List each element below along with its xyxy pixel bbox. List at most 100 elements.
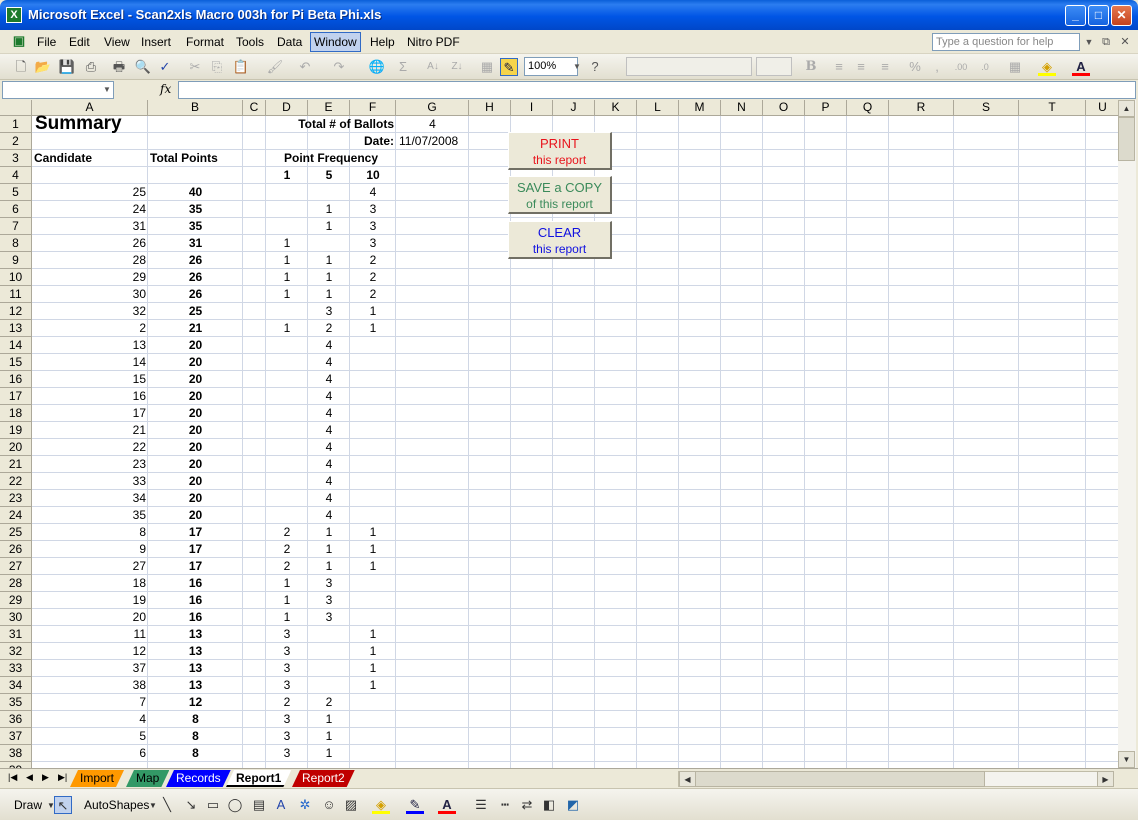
first-sheet-icon[interactable]: |◀ [8, 772, 17, 783]
clipart-icon[interactable]: ☺ [320, 796, 338, 814]
hscroll-thumb[interactable] [695, 771, 985, 787]
maximize-button[interactable]: □ [1088, 5, 1109, 26]
comma-style-icon[interactable]: , [928, 58, 946, 76]
column-header-T[interactable]: T [1019, 100, 1086, 116]
menu-format[interactable]: Format [183, 34, 227, 50]
oval-icon[interactable]: ◯ [226, 796, 244, 814]
row-header-4[interactable]: 4 [0, 167, 32, 184]
decrease-decimal-icon[interactable]: .0 [976, 58, 994, 76]
row-header-27[interactable]: 27 [0, 558, 32, 575]
new-icon[interactable]: 🗋 [12, 58, 30, 76]
row-header-25[interactable]: 25 [0, 524, 32, 541]
row-header-30[interactable]: 30 [0, 609, 32, 626]
dash-style-icon[interactable]: ┅ [496, 796, 514, 814]
row-header-17[interactable]: 17 [0, 388, 32, 405]
permission-icon[interactable]: ⎙ [82, 58, 100, 76]
menu-help[interactable]: Help [367, 34, 398, 50]
last-sheet-icon[interactable]: ▶| [58, 772, 67, 783]
close-button[interactable]: ✕ [1111, 5, 1132, 26]
align-center-icon[interactable]: ≡ [852, 58, 870, 76]
menu-insert[interactable]: Insert [138, 34, 174, 50]
vertical-scrollbar[interactable]: ▲ ▼ [1118, 100, 1136, 768]
print-report-button[interactable]: PRINT this report [508, 132, 612, 170]
row-header-34[interactable]: 34 [0, 677, 32, 694]
font-color-icon[interactable]: A [1072, 58, 1090, 76]
column-header-N[interactable]: N [721, 100, 763, 116]
line-icon[interactable]: ╲ [158, 796, 176, 814]
font-size-select[interactable] [756, 57, 792, 76]
row-header-24[interactable]: 24 [0, 507, 32, 524]
row-header-38[interactable]: 38 [0, 745, 32, 762]
row-header-28[interactable]: 28 [0, 575, 32, 592]
menu-tools[interactable]: Tools [233, 34, 267, 50]
ask-dropdown-icon[interactable]: ▼ [1080, 33, 1098, 51]
redo-icon[interactable]: ↷ [330, 58, 348, 76]
formula-input[interactable] [178, 81, 1136, 99]
row-header-11[interactable]: 11 [0, 286, 32, 303]
tab-report1[interactable]: Report1 [226, 770, 291, 787]
increase-decimal-icon[interactable]: .00 [952, 58, 970, 76]
paste-icon[interactable]: 📋 [232, 58, 250, 76]
shadow-style-icon[interactable]: ◧ [540, 796, 558, 814]
hyperlink-icon[interactable]: 🌐 [368, 58, 386, 76]
font-color-draw-icon[interactable]: A [438, 796, 456, 814]
column-header-U[interactable]: U [1086, 100, 1118, 116]
row-header-15[interactable]: 15 [0, 354, 32, 371]
column-header-M[interactable]: M [679, 100, 721, 116]
arrow-icon[interactable]: ↘ [182, 796, 200, 814]
fill-color-icon[interactable]: ◈ [1038, 58, 1056, 76]
menu-edit[interactable]: Edit [66, 34, 93, 50]
row-header-37[interactable]: 37 [0, 728, 32, 745]
help-icon[interactable]: ? [586, 58, 604, 76]
menu-view[interactable]: View [101, 34, 133, 50]
save-copy-button[interactable]: SAVE a COPY of this report [508, 176, 612, 214]
select-objects-icon[interactable]: ↖ [54, 796, 72, 814]
column-header-L[interactable]: L [637, 100, 679, 116]
row-header-6[interactable]: 6 [0, 201, 32, 218]
next-sheet-icon[interactable]: ▶ [42, 772, 49, 783]
font-name-select[interactable] [626, 57, 752, 76]
row-header-29[interactable]: 29 [0, 592, 32, 609]
row-header-13[interactable]: 13 [0, 320, 32, 337]
percent-icon[interactable]: % [906, 58, 924, 76]
sort-descending-icon[interactable]: Z↓ [448, 58, 466, 76]
column-header-D[interactable]: D [266, 100, 308, 116]
menu-data[interactable]: Data [274, 34, 305, 50]
align-right-icon[interactable]: ≡ [876, 58, 894, 76]
row-header-21[interactable]: 21 [0, 456, 32, 473]
row-header-7[interactable]: 7 [0, 218, 32, 235]
row-header-12[interactable]: 12 [0, 303, 32, 320]
rectangle-icon[interactable]: ▭ [204, 796, 222, 814]
row-header-14[interactable]: 14 [0, 337, 32, 354]
column-header-H[interactable]: H [469, 100, 511, 116]
tab-report2[interactable]: Report2 [292, 770, 355, 787]
scroll-down-icon[interactable]: ▼ [1118, 751, 1135, 768]
name-box-dropdown-icon[interactable]: ▼ [98, 81, 116, 99]
spelling-icon[interactable]: ✓ [156, 58, 174, 76]
workbook-restore-button[interactable]: ⧉ [1097, 33, 1115, 51]
tab-map[interactable]: Map [126, 770, 169, 787]
column-header-S[interactable]: S [954, 100, 1019, 116]
sort-ascending-icon[interactable]: A↓ [424, 58, 442, 76]
column-header-J[interactable]: J [553, 100, 595, 116]
tab-records[interactable]: Records [166, 770, 231, 787]
prev-sheet-icon[interactable]: ◀ [26, 772, 33, 783]
draw-menu[interactable]: Draw [14, 798, 42, 812]
scroll-up-icon[interactable]: ▲ [1118, 100, 1135, 117]
scroll-left-icon[interactable]: ◀ [679, 771, 696, 787]
picture-icon[interactable]: ▨ [342, 796, 360, 814]
workbook-icon[interactable]: ▣ [10, 32, 28, 50]
ask-question-input[interactable]: Type a question for help [932, 33, 1080, 51]
autoshapes-menu[interactable]: AutoShapes [84, 798, 149, 812]
column-header-G[interactable]: G [396, 100, 469, 116]
copy-icon[interactable]: ⎘ [208, 58, 226, 76]
scroll-right-icon[interactable]: ▶ [1097, 771, 1114, 787]
menu-window[interactable]: Window [310, 32, 361, 52]
row-header-1[interactable]: 1 [0, 116, 32, 133]
chart-wizard-icon[interactable]: ▦ [478, 58, 496, 76]
insert-function-icon[interactable]: fx [160, 82, 171, 96]
format-painter-icon[interactable]: 🖌 [266, 58, 284, 76]
align-left-icon[interactable]: ≡ [830, 58, 848, 76]
row-header-5[interactable]: 5 [0, 184, 32, 201]
column-header-K[interactable]: K [595, 100, 637, 116]
